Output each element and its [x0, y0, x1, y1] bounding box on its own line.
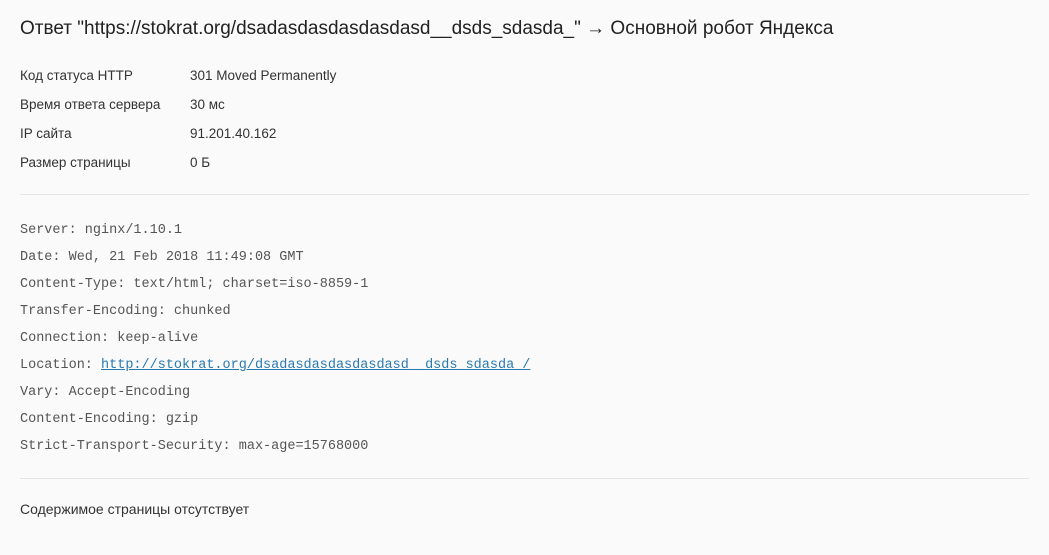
page-title: Ответ "https://stokrat.org/dsadasdasdasd…: [20, 18, 1029, 40]
header-server: Server: nginx/1.10.1: [20, 217, 1029, 244]
http-headers-block: Server: nginx/1.10.1 Date: Wed, 21 Feb 2…: [20, 217, 1029, 460]
ip-label: IP сайта: [20, 126, 190, 141]
info-row-ip: IP сайта 91.201.40.162: [20, 126, 1029, 141]
header-strict-transport: Strict-Transport-Security: max-age=15768…: [20, 433, 1029, 460]
header-vary: Vary: Accept-Encoding: [20, 379, 1029, 406]
header-content-type: Content-Type: text/html; charset=iso-885…: [20, 271, 1029, 298]
info-row-response-time: Время ответа сервера 30 мс: [20, 97, 1029, 112]
page-content-status: Содержимое страницы отсутствует: [20, 501, 1029, 517]
header-location-prefix: Location:: [20, 358, 101, 373]
response-time-value: 30 мс: [190, 97, 225, 112]
header-content-encoding: Content-Encoding: gzip: [20, 406, 1029, 433]
divider-bottom: [20, 478, 1029, 479]
header-location-link[interactable]: http://stokrat.org/dsadasdasdasdasdasd__…: [101, 358, 530, 373]
page-size-value: 0 Б: [190, 155, 210, 170]
response-time-label: Время ответа сервера: [20, 97, 190, 112]
header-location: Location: http://stokrat.org/dsadasdasda…: [20, 352, 1029, 379]
page-size-label: Размер страницы: [20, 155, 190, 170]
header-transfer-encoding: Transfer-Encoding: chunked: [20, 298, 1029, 325]
info-table: Код статуса HTTP 301 Moved Permanently В…: [20, 68, 1029, 170]
status-value: 301 Moved Permanently: [190, 68, 336, 83]
info-row-status: Код статуса HTTP 301 Moved Permanently: [20, 68, 1029, 83]
status-label: Код статуса HTTP: [20, 68, 190, 83]
divider-top: [20, 194, 1029, 195]
info-row-page-size: Размер страницы 0 Б: [20, 155, 1029, 170]
header-date: Date: Wed, 21 Feb 2018 11:49:08 GMT: [20, 244, 1029, 271]
header-connection: Connection: keep-alive: [20, 325, 1029, 352]
ip-value: 91.201.40.162: [190, 126, 276, 141]
